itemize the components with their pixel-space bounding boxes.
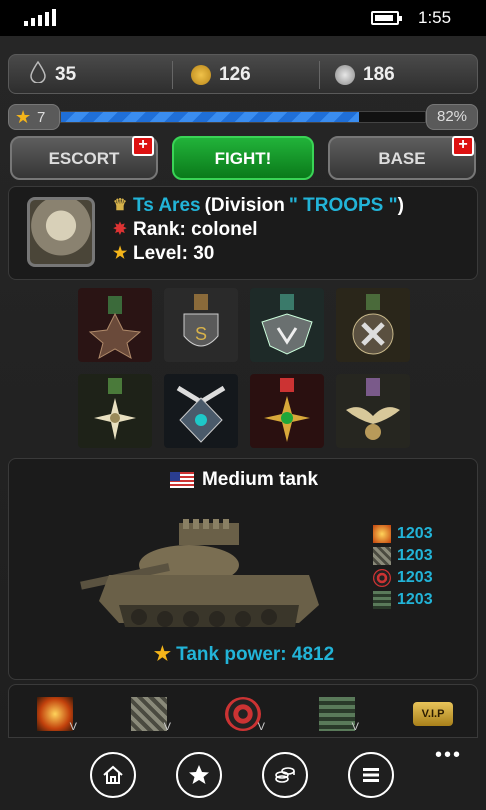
upgrades-bar: V V V V V.I.P: [8, 684, 478, 738]
oil-resource: 35: [29, 55, 76, 95]
divider: [319, 61, 320, 89]
division-suffix: ): [397, 195, 404, 216]
profile-name-row: ♛ Ts Ares (Division " TROOPS " ): [111, 195, 404, 217]
gold-coin-icon: [191, 65, 211, 85]
stat-armor: 1203: [373, 545, 433, 567]
teal-gem-medal[interactable]: [164, 374, 238, 448]
target-icon: [373, 569, 391, 587]
coins-icon: [275, 767, 295, 783]
xp-track: [60, 111, 426, 123]
stat-speed: 1203: [373, 589, 433, 611]
vip-icon[interactable]: V.I.P: [413, 702, 453, 726]
speed-upgrade-icon[interactable]: V: [319, 697, 359, 733]
eagle-shield-medal[interactable]: S: [164, 288, 238, 362]
escort-button[interactable]: ESCORT +: [10, 136, 158, 180]
more-icon[interactable]: •••: [435, 744, 462, 767]
level-badge: ★ 7: [8, 104, 60, 130]
silver-count: 186: [363, 64, 395, 85]
upgrade-badge: V: [351, 721, 359, 733]
list-button[interactable]: [348, 752, 394, 798]
eagle-icon: ♛: [112, 197, 128, 214]
home-button[interactable]: [90, 752, 136, 798]
level-number: 7: [37, 109, 46, 126]
red-star-medal[interactable]: [78, 288, 152, 362]
home-icon: [103, 765, 123, 784]
oil-drop-icon: [29, 60, 47, 89]
cross-medal[interactable]: [336, 288, 410, 362]
clock: 1:55: [418, 8, 452, 27]
tank-power-value: Tank power: 4812: [176, 644, 335, 665]
profile-panel: ♛ Ts Ares (Division " TROOPS " ) ✸ Rank:…: [8, 186, 478, 280]
game-screen: 35 126 186 ★ 7 82% ESCORT + FIGHT! BASE …: [0, 36, 486, 738]
sunburst-medal[interactable]: [78, 374, 152, 448]
star-icon: [189, 765, 209, 784]
explosion-icon: [373, 525, 391, 543]
vip-label: V.I.P: [421, 708, 445, 720]
fight-button[interactable]: FIGHT!: [172, 136, 314, 180]
division-prefix: (Division: [204, 195, 285, 216]
armor-icon: [373, 547, 391, 565]
star-icon: ★: [15, 107, 32, 127]
speed-icon: [373, 591, 391, 609]
star-icon: ★: [112, 245, 128, 262]
tank-panel: Medium tank 1203 1203 1203 1203 ★ Tank p…: [8, 458, 478, 680]
svg-text:S: S: [195, 324, 207, 344]
escort-plus-badge: +: [132, 136, 154, 156]
gold-cross-medal[interactable]: [250, 374, 324, 448]
coins-count: 126: [219, 64, 251, 85]
app-bar: •••: [0, 738, 486, 810]
stat-value: 1203: [397, 525, 433, 542]
level-text: Level: 30: [133, 243, 215, 264]
oil-count: 35: [55, 64, 77, 85]
base-label: BASE: [378, 149, 426, 168]
winged-eagle-medal[interactable]: [336, 374, 410, 448]
coins-resource: 126: [191, 55, 251, 95]
silver-coin-icon: [335, 65, 355, 85]
rank-row: ✸ Rank: colonel: [111, 219, 258, 241]
upgrade-badge: V: [257, 721, 265, 733]
status-bar: 1:55: [0, 0, 486, 36]
battery-icon: [371, 11, 402, 25]
tank-title: Medium tank: [9, 469, 479, 491]
winged-shield-medal[interactable]: [250, 288, 324, 362]
escort-label: ESCORT: [48, 149, 120, 168]
xp-bar: ★ 7 82%: [8, 104, 478, 130]
favorites-button[interactable]: [176, 752, 222, 798]
stat-value: 1203: [397, 547, 433, 564]
resource-bar: 35 126 186: [8, 54, 478, 94]
silver-resource: 186: [335, 55, 395, 95]
coins-button[interactable]: [262, 752, 308, 798]
division-name: " TROOPS ": [288, 195, 398, 216]
stat-accuracy: 1203: [373, 567, 433, 589]
tank-power: ★ Tank power: 4812: [9, 643, 479, 666]
rank-icon: ✸: [113, 221, 127, 238]
tank-image[interactable]: [69, 505, 329, 645]
tank-stats: 1203 1203 1203 1203: [373, 523, 433, 611]
divider: [172, 61, 173, 89]
player-name: Ts Ares: [133, 195, 201, 216]
level-row: ★ Level: 30: [111, 243, 215, 265]
explosion-upgrade-icon[interactable]: V: [37, 697, 77, 733]
signal-icon: [24, 8, 56, 26]
stat-firepower: 1203: [373, 523, 433, 545]
star-icon: ★: [153, 644, 171, 665]
upgrade-badge: V: [163, 721, 171, 733]
fight-label: FIGHT!: [214, 149, 272, 168]
target-upgrade-icon[interactable]: V: [225, 697, 265, 733]
armor-upgrade-icon[interactable]: V: [131, 697, 171, 733]
base-plus-badge: +: [452, 136, 474, 156]
tank-type: Medium tank: [201, 469, 319, 490]
upgrade-badge: V: [69, 721, 77, 733]
base-button[interactable]: BASE +: [328, 136, 476, 180]
us-flag-icon: [169, 472, 194, 488]
xp-percent: 82%: [426, 104, 478, 130]
rank-text: Rank: colonel: [133, 219, 258, 240]
stat-value: 1203: [397, 591, 433, 608]
list-icon: [363, 768, 379, 782]
avatar[interactable]: [27, 197, 95, 267]
xp-fill: [61, 112, 360, 122]
stat-value: 1203: [397, 569, 433, 586]
